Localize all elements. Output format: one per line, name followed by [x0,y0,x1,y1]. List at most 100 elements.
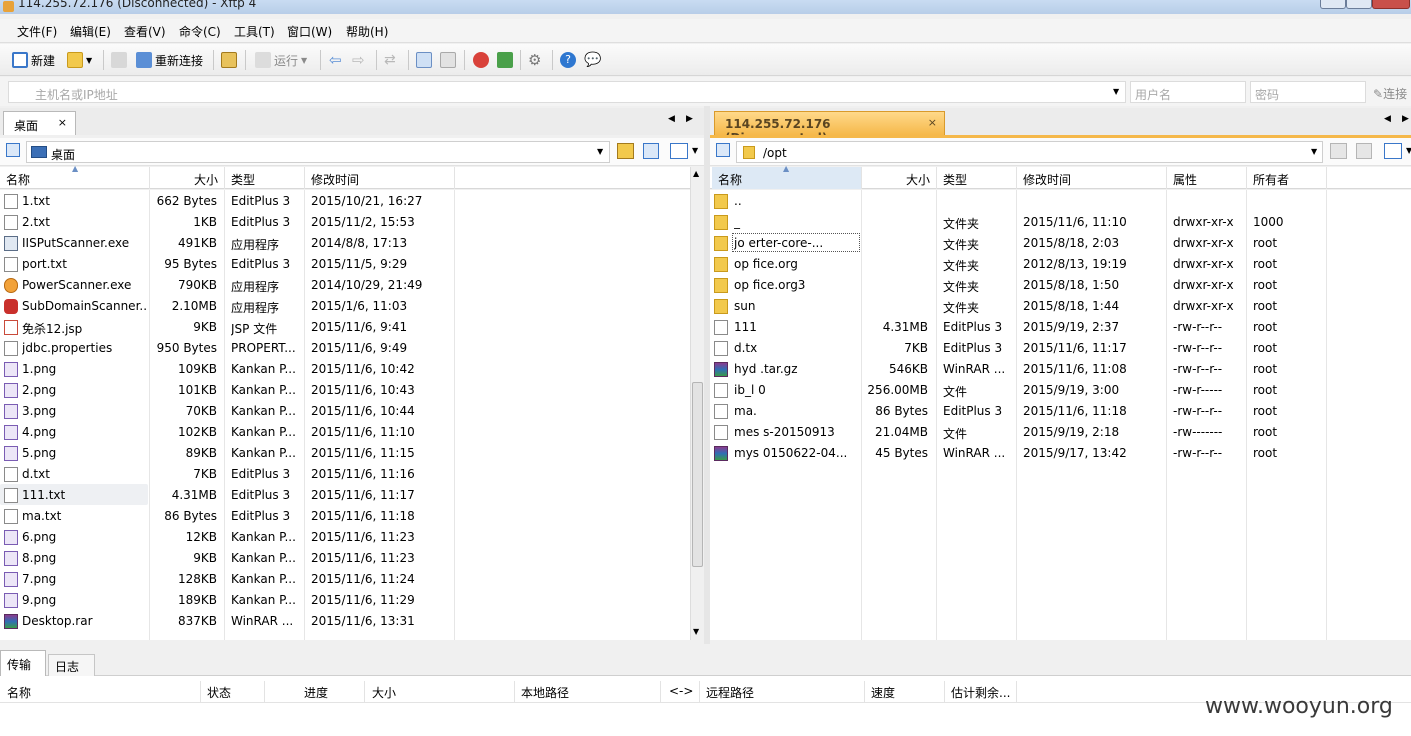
menu-window[interactable]: 窗口(W) [287,23,332,40]
file-row[interactable]: 6.png 12KB Kankan P... 2015/11/6, 11:23 [0,526,690,547]
tcol-progress[interactable]: 进度 [304,684,328,701]
chat-button[interactable]: 💬 [584,51,601,69]
tab-scroll-left-icon[interactable]: ◀ [1384,114,1391,124]
tab-remote-session[interactable]: 114.255.72.176 (Disconnected) × [714,111,945,145]
file-row[interactable]: sun 文件夹 2015/8/18, 1:44 drwxr-xr-x root [710,295,1411,316]
file-row[interactable]: d.txt 7KB EditPlus 3 2015/11/6, 11:16 [0,463,690,484]
host-dropdown-icon[interactable]: ▼ [1113,87,1119,96]
right-path-combobox[interactable]: /opt ▼ [736,141,1323,163]
file-row[interactable]: .. [710,190,1411,211]
col-size[interactable]: 大小 [906,171,930,188]
left-scrollbar[interactable]: ▲ ▼ [690,167,704,640]
tcol-name[interactable]: 名称 [7,684,31,701]
forward-button[interactable]: ⇨ [352,51,365,69]
scroll-up-icon[interactable]: ▲ [693,169,699,178]
file-row[interactable]: 4.png 102KB Kankan P... 2015/11/6, 11:10 [0,421,690,442]
file-row[interactable]: 2.txt 1KB EditPlus 3 2015/11/2, 15:53 [0,211,690,232]
col-type[interactable]: 类型 [231,171,255,188]
parent-folder-icon[interactable] [617,143,634,159]
col-owner[interactable]: 所有者 [1253,171,1289,188]
xmanager-button[interactable] [497,51,513,69]
new-session-button[interactable]: 新建 [12,51,55,69]
file-row[interactable]: PowerScanner.exe 790KB 应用程序 2014/10/29, 21:… [0,274,690,295]
scroll-down-icon[interactable]: ▼ [693,627,699,636]
username-input[interactable]: 用户名 [1130,81,1246,103]
file-row[interactable]: 111.txt 4.31MB EditPlus 3 2015/11/6, 11:17 [0,484,415,505]
file-row[interactable]: ib_l 0 256.00MB 文件 2015/9/19, 3:00 -rw-r----… [710,379,1411,400]
file-row[interactable]: IISPutScanner.exe 491KB 应用程序 2014/8/8, 17:1… [0,232,690,253]
file-row[interactable]: 3.png 70KB Kankan P... 2015/11/6, 10:44 [0,400,690,421]
col-name[interactable]: 名称 [6,171,30,188]
xshell-button[interactable] [473,51,489,69]
tcol-direction[interactable]: <-> [669,684,693,698]
file-row[interactable]: SubDomainScanner... 2.10MB 应用程序 2015/1/6, 1… [0,295,690,316]
tcol-status[interactable]: 状态 [207,684,231,701]
panel-toggle-icon[interactable] [6,143,20,157]
tab-transfer[interactable]: 传输 [0,650,46,676]
tcol-size[interactable]: 大小 [372,684,396,701]
sync-button[interactable]: ⇄ [384,51,396,69]
close-icon[interactable]: × [928,116,937,129]
reconnect-button[interactable]: 重新连接 [136,51,203,69]
help-button[interactable]: ? [560,51,576,69]
tcol-remote-path[interactable]: 远程路径 [706,684,754,701]
file-row[interactable]: op fice.org3 文件夹 2015/8/18, 1:50 drwxr-xr-x… [710,274,1411,295]
minimize-button[interactable] [1320,0,1346,9]
panel-toggle-icon[interactable] [716,143,730,157]
tab-desktop[interactable]: 桌面 × [3,111,76,135]
view-mode-icon[interactable] [670,143,688,159]
file-row[interactable]: jo erter-core-... 文件夹 2015/8/18, 2:03 drwxr… [710,232,1411,253]
tab-scroll-left-icon[interactable]: ◀ [668,114,675,124]
menu-view[interactable]: 查看(V) [124,23,166,40]
disconnect-button[interactable] [111,51,127,69]
file-row[interactable]: 111 4.31MB EditPlus 3 2015/9/19, 2:37 -rw-r-… [710,316,1411,337]
run-button[interactable]: 运行 ▼ [255,51,307,69]
connect-button[interactable]: ✎连接 [1373,85,1407,102]
maximize-button[interactable] [1346,0,1372,9]
menu-file[interactable]: 文件(F) [17,23,57,40]
file-row[interactable]: 免杀12.jsp 9KB JSP 文件 2015/11/6, 9:41 [0,316,690,337]
file-row[interactable]: jdbc.properties 950 Bytes PROPERT... 2015/1… [0,337,690,358]
file-row[interactable]: 2.png 101KB Kankan P... 2015/11/6, 10:43 [0,379,690,400]
file-row[interactable]: port.txt 95 Bytes EditPlus 3 2015/11/5, 9:2… [0,253,690,274]
properties-button[interactable] [221,51,237,69]
close-window-button[interactable] [1372,0,1410,9]
col-name[interactable]: 名称 [718,171,742,188]
chevron-down-icon[interactable]: ▼ [692,146,698,155]
file-row[interactable]: mes s-20150913 21.04MB 文件 2015/9/19, 2:18 -r… [710,421,1411,442]
col-size[interactable]: 大小 [194,171,218,188]
menu-command[interactable]: 命令(C) [179,23,221,40]
menu-tools[interactable]: 工具(T) [234,23,275,40]
file-row[interactable]: 1.png 109KB Kankan P... 2015/11/6, 10:42 [0,358,690,379]
file-row[interactable]: hyd .tar.gz 546KB WinRAR ... 2015/11/6, 11:… [710,358,1411,379]
menu-help[interactable]: 帮助(H) [346,23,388,40]
tcol-local-path[interactable]: 本地路径 [521,684,569,701]
file-row[interactable]: op fice.org 文件夹 2012/8/13, 19:19 drwxr-xr-x… [710,253,1411,274]
col-attr[interactable]: 属性 [1173,171,1197,188]
file-row[interactable]: 1.txt 662 Bytes EditPlus 3 2015/10/21, 16:2… [0,190,690,211]
settings-button[interactable]: ⚙ [528,51,541,69]
chevron-down-icon[interactable]: ▼ [1406,146,1411,155]
refresh-icon[interactable] [643,143,659,159]
parent-folder-icon[interactable] [1330,143,1347,159]
view-mode-icon[interactable] [1384,143,1402,159]
menu-edit[interactable]: 编辑(E) [70,23,111,40]
file-row[interactable]: Desktop.rar 837KB WinRAR ... 2015/11/6, 13:… [0,610,690,631]
open-folder-button[interactable]: ▼ [67,51,92,69]
host-input[interactable]: 主机名或IP地址 [8,81,1126,103]
password-input[interactable]: 密码 [1250,81,1366,103]
tcol-eta[interactable]: 估计剩余... [951,684,1010,701]
file-row[interactable]: 5.png 89KB Kankan P... 2015/11/6, 11:15 [0,442,690,463]
file-row[interactable]: _ 文件夹 2015/11/6, 11:10 drwxr-xr-x 1000 [710,211,1411,232]
refresh-icon[interactable] [1356,143,1372,159]
close-icon[interactable]: × [58,116,67,129]
col-type[interactable]: 类型 [943,171,967,188]
file-row[interactable]: mys 0150622-04... 45 Bytes WinRAR ... 2015/… [710,442,1411,463]
paste-button[interactable] [440,51,456,69]
copy-button[interactable] [416,51,432,69]
tab-scroll-right-icon[interactable]: ▶ [686,114,693,124]
left-scroll-thumb[interactable] [692,382,703,567]
left-path-combobox[interactable]: 桌面 ▼ [26,141,610,163]
tab-log[interactable]: 日志 [48,654,95,676]
file-row[interactable]: 8.png 9KB Kankan P... 2015/11/6, 11:23 [0,547,690,568]
